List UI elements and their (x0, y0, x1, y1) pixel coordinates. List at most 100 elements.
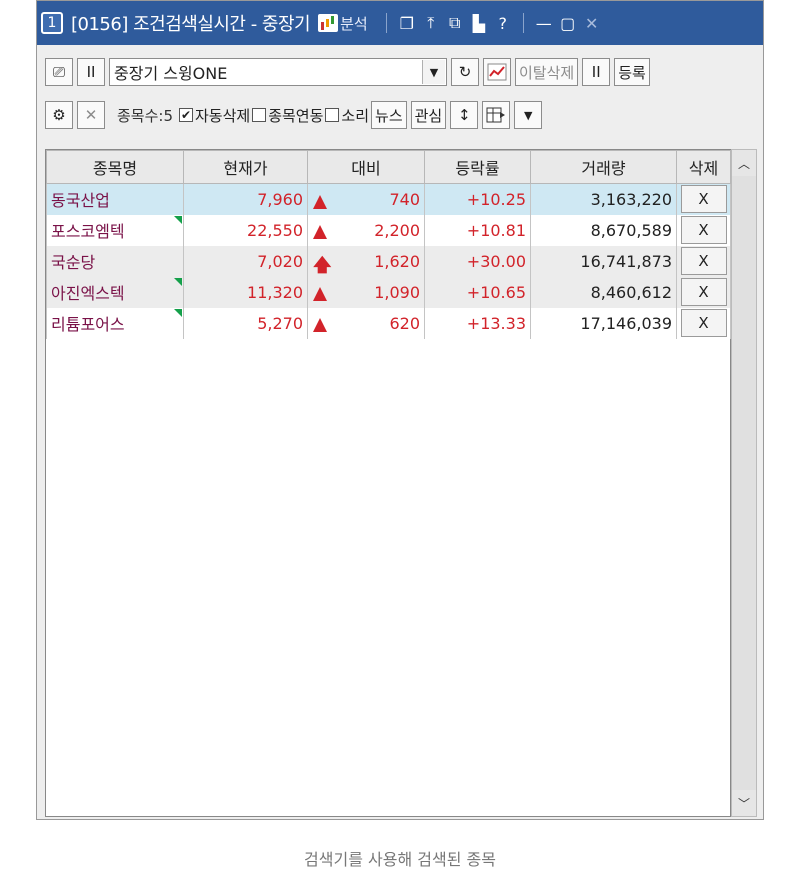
minimize-icon[interactable]: — (532, 14, 556, 33)
stock-name: 포스코엠텍 (51, 222, 125, 241)
change-value: 620 (389, 313, 420, 333)
scroll-track[interactable] (732, 176, 756, 790)
window-number-badge[interactable]: 1 (41, 12, 63, 34)
deviation-delete-button[interactable]: 이탈삭제 (515, 58, 579, 86)
volume-cell: 16,741,873 (530, 245, 677, 277)
vertical-scrollbar[interactable]: ︿ ﹀ (731, 149, 757, 817)
save-condition-icon: ⎚ (52, 63, 65, 81)
pin-top-icon[interactable]: ⤒ (419, 13, 443, 33)
volume-cell: 17,146,039 (530, 307, 677, 339)
rate-cell: +10.25 (424, 183, 531, 215)
column-settings-button[interactable] (482, 101, 511, 129)
header-delete[interactable]: 삭제 (676, 150, 731, 184)
news-button[interactable]: 뉴스 (371, 101, 407, 129)
help-icon[interactable]: ? (491, 14, 515, 33)
rate-cell: +30.00 (424, 245, 531, 277)
volume-cell: 3,163,220 (530, 183, 677, 215)
delete-cell: X (676, 214, 731, 246)
auto-delete-check-box[interactable]: ✔ (179, 108, 193, 122)
price-cell: 7,960 (183, 183, 308, 215)
condition-select[interactable]: 중장기 스윙ONE ▼ (109, 58, 447, 86)
stock-table: 종목명 현재가 대비 등락률 거래량 삭제 동국산업 7,960 740 +10.25… (46, 150, 731, 339)
stock-name: 동국산업 (51, 191, 110, 211)
scroll-up-icon[interactable]: ︿ (732, 150, 756, 176)
analysis-button[interactable]: 분석 (318, 13, 368, 34)
register-button[interactable]: 등록 (614, 58, 650, 86)
window-restore-icon[interactable]: ❐ (395, 14, 419, 33)
window-split-icon[interactable]: ⧉ (443, 13, 467, 33)
table-row[interactable]: 아진엑스텍 11,320 1,090 +10.65 8,460,612 X (46, 276, 731, 308)
volume-cell: 8,460,612 (530, 276, 677, 308)
save-condition-button[interactable]: ⎚ (45, 58, 73, 86)
header-rate[interactable]: 등락률 (424, 150, 531, 184)
condition-search-window: 1 [0156] 조건검색실시간 - 중장기 분석 ❐ ⤒ ⧉ ▙ ? — ▢ … (36, 0, 764, 820)
rate-cell: +13.33 (424, 307, 531, 339)
price-cell: 11,320 (183, 276, 308, 308)
sort-button[interactable]: ↕ (450, 101, 479, 129)
header-stock-name[interactable]: 종목명 (46, 150, 184, 184)
stock-name-cell[interactable]: 동국산업 (46, 183, 184, 215)
stock-name: 리튬포어스 (51, 315, 125, 334)
stock-name: 국순당 (51, 253, 96, 272)
stock-link-checkbox[interactable]: 종목연동 (252, 105, 323, 126)
change-value: 1,090 (374, 282, 420, 302)
close-icon[interactable]: ✕ (580, 14, 604, 33)
change-cell: 2,200 (307, 214, 425, 246)
price-cell: 22,550 (183, 214, 308, 246)
chevron-down-icon[interactable]: ▼ (422, 60, 445, 84)
delete-row-button[interactable]: X (680, 309, 727, 337)
title-separator-2 (522, 13, 524, 33)
stock-link-label: 종목연동 (268, 106, 324, 125)
clear-button[interactable]: ✕ (77, 101, 105, 129)
interest-button[interactable]: 관심 (410, 101, 447, 129)
sound-check-box[interactable] (325, 108, 340, 122)
header-volume[interactable]: 거래량 (530, 150, 677, 184)
table-row[interactable]: 포스코엠텍 22,550 2,200 +10.81 8,670,589 X (46, 214, 731, 246)
maximize-icon[interactable]: ▢ (556, 14, 580, 33)
stock-count: 종목수:5 (117, 106, 173, 125)
chart-button[interactable] (483, 58, 511, 86)
stock-link-check-box[interactable] (252, 108, 267, 122)
refresh-button[interactable]: ↻ (451, 58, 479, 86)
pause-realtime-button[interactable]: II (582, 58, 611, 86)
rate-cell: +10.81 (424, 214, 531, 246)
lock-icon[interactable]: ▙ (467, 14, 491, 33)
table-row[interactable]: 리튬포어스 5,270 620 +13.33 17,146,039 X (46, 307, 731, 339)
analysis-label: 분석 (340, 14, 368, 33)
toolbar-bottom: ⚙ ✕ 종목수:5 ✔ 자동삭제 종목연동 소리 뉴스 관심 ↕ ▼ (45, 100, 546, 130)
delete-cell: X (676, 183, 731, 215)
stock-name-cell[interactable]: 리튬포어스 (46, 307, 184, 339)
stock-name-cell[interactable]: 국순당 (46, 245, 184, 277)
stock-grid: 종목명 현재가 대비 등락률 거래량 삭제 동국산업 7,960 740 +10.25… (45, 149, 731, 817)
condition-select-value: 중장기 스윙ONE (114, 64, 228, 83)
header-price[interactable]: 현재가 (183, 150, 308, 184)
change-value: 2,200 (374, 220, 420, 240)
delete-row-button[interactable]: X (680, 185, 727, 214)
stock-name-cell[interactable]: 아진엑스텍 (46, 276, 184, 308)
analysis-chart-icon (318, 14, 339, 32)
gear-icon: ⚙ (52, 106, 66, 124)
new-flag-icon (174, 215, 182, 224)
auto-delete-checkbox[interactable]: ✔ 자동삭제 (179, 105, 250, 126)
triangle-up-icon (313, 318, 327, 332)
delete-row-button[interactable]: X (680, 216, 727, 244)
table-row[interactable]: 동국산업 7,960 740 +10.25 3,163,220 X (46, 183, 731, 215)
sound-checkbox[interactable]: 소리 (325, 105, 369, 126)
triangle-up-icon (313, 287, 327, 301)
volume-cell: 8,670,589 (530, 214, 677, 246)
pause-button[interactable]: II (77, 58, 105, 86)
delete-row-button[interactable]: X (680, 278, 727, 306)
more-dropdown-button[interactable]: ▼ (514, 101, 543, 129)
price-cell: 7,020 (183, 245, 308, 277)
title-bar[interactable]: 1 [0156] 조건검색실시간 - 중장기 분석 ❐ ⤒ ⧉ ▙ ? — ▢ … (37, 1, 763, 45)
settings-button[interactable]: ⚙ (45, 101, 73, 129)
scroll-down-icon[interactable]: ﹀ (732, 790, 756, 816)
stock-name-cell[interactable]: 포스코엠텍 (46, 214, 184, 246)
delete-row-button[interactable]: X (680, 247, 727, 275)
close-x-icon: ✕ (84, 106, 98, 124)
header-change[interactable]: 대비 (307, 150, 425, 184)
line-chart-icon (487, 63, 507, 81)
table-row[interactable]: 국순당 7,020 🡅 1,620 +30.00 16,741,873 X (46, 245, 731, 277)
delete-cell: X (676, 245, 731, 277)
triangle-up-icon (313, 225, 327, 239)
